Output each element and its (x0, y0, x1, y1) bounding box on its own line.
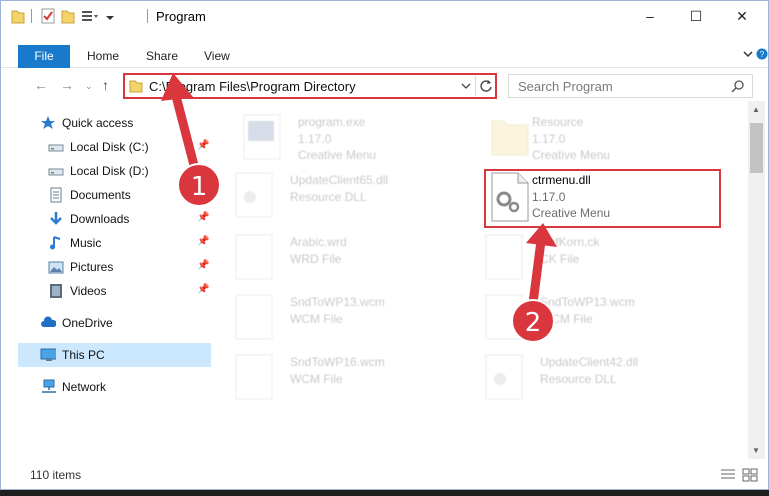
taskbar-strip (0, 490, 769, 496)
annotation-arrows (161, 73, 557, 304)
callout-2: 2 (511, 299, 555, 343)
large-icons-view-icon[interactable] (742, 468, 758, 482)
status-bar: 110 items (1, 463, 768, 489)
scroll-down-icon[interactable]: ▼ (752, 446, 760, 455)
callout-1: 1 (177, 163, 221, 207)
explorer-window: Program – ☐ ✕ File Home Share View ? ← →… (0, 0, 769, 490)
scrollbar-thumb[interactable] (750, 123, 763, 173)
details-view-icon[interactable] (720, 468, 736, 482)
scroll-up-icon[interactable]: ▲ (752, 105, 760, 114)
item-count: 110 items (30, 468, 82, 482)
vertical-scrollbar[interactable]: ▲ ▼ (748, 101, 765, 459)
